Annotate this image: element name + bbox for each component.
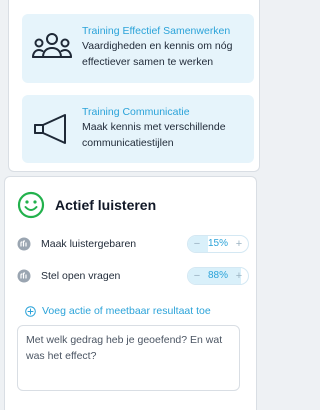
goal-label: Stel open vragen bbox=[41, 270, 121, 282]
training-card-samenwerken[interactable]: Training Effectief Samenwerken Vaardighe… bbox=[22, 14, 254, 83]
training-title: Training Effectief Samenwerken bbox=[82, 25, 231, 37]
skill-panel: Actief luisteren Maak luistergebaren − 1… bbox=[4, 176, 257, 410]
megaphone-icon bbox=[34, 114, 66, 144]
training-card-communicatie[interactable]: Training Communicatie Maak kennis met ve… bbox=[22, 95, 254, 163]
reflection-placeholder: Met welk gedrag heb je geoefend? En wat … bbox=[26, 334, 223, 362]
goal-status-icon bbox=[17, 269, 31, 283]
reflection-textarea[interactable]: Met welk gedrag heb je geoefend? En wat … bbox=[17, 325, 240, 391]
smiley-icon bbox=[17, 191, 45, 219]
progress-value: 15% bbox=[207, 238, 228, 249]
skill-title: Actief luisteren bbox=[55, 197, 157, 213]
progress-stepper[interactable]: − 15% + bbox=[187, 235, 249, 253]
add-action-link[interactable]: Voeg actie of meetbaar resultaat toe bbox=[25, 305, 211, 317]
training-description: Vaardigheden en kennis om nóg effectieve… bbox=[82, 40, 233, 68]
increment-button[interactable]: + bbox=[232, 268, 246, 284]
goal-label: Maak luistergebaren bbox=[41, 238, 137, 250]
increment-button[interactable]: + bbox=[232, 236, 246, 252]
training-title: Training Communicatie bbox=[82, 106, 190, 118]
add-action-label: Voeg actie of meetbaar resultaat toe bbox=[42, 305, 211, 317]
goal-row: Maak luistergebaren − 15% + bbox=[17, 233, 249, 255]
goal-row: Stel open vragen − 88% + bbox=[17, 265, 249, 287]
progress-stepper[interactable]: − 88% + bbox=[187, 267, 249, 285]
skill-header: Actief luisteren bbox=[17, 190, 156, 220]
training-panel: Training Effectief Samenwerken Vaardighe… bbox=[8, 0, 260, 172]
plus-circle-icon bbox=[25, 305, 36, 317]
goal-status-icon bbox=[17, 237, 31, 251]
people-group-icon bbox=[32, 33, 72, 58]
progress-value: 88% bbox=[207, 270, 228, 281]
training-description: Maak kennis met verschillende communicat… bbox=[82, 121, 226, 149]
